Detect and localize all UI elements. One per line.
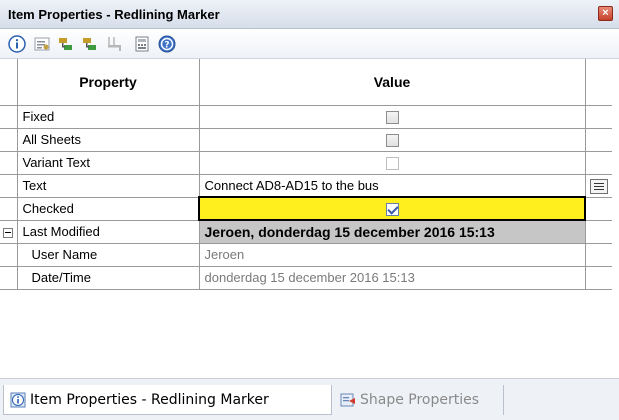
property-value[interactable] bbox=[198, 150, 586, 175]
categorized-icon[interactable] bbox=[33, 35, 51, 53]
table-row: Last Modified Jeroen, donderdag 15 decem… bbox=[0, 219, 612, 244]
table-row: Variant Text bbox=[0, 150, 612, 175]
table-row: Checked bbox=[0, 196, 612, 221]
text-value[interactable]: Connect AD8-AD15 to the bus bbox=[198, 173, 586, 198]
property-name[interactable]: Fixed bbox=[16, 104, 200, 129]
tab-bar: Item Properties - Redlining Marker Shape… bbox=[0, 378, 619, 420]
title-bar: Item Properties - Redlining Marker × bbox=[0, 0, 619, 29]
info-icon[interactable] bbox=[8, 35, 26, 53]
property-name[interactable]: Date/Time bbox=[16, 265, 200, 290]
date-time-value[interactable]: donderdag 15 december 2016 15:13 bbox=[198, 265, 586, 290]
window-title: Item Properties - Redlining Marker bbox=[8, 7, 220, 22]
property-name[interactable]: Variant Text bbox=[16, 150, 200, 175]
fixed-checkbox[interactable] bbox=[385, 111, 399, 125]
tab-label: Shape Properties bbox=[360, 392, 480, 408]
last-modified-value[interactable]: Jeroen, donderdag 15 december 2016 15:13 bbox=[198, 219, 586, 244]
property-column-header[interactable]: Property bbox=[16, 59, 200, 106]
svg-text:?: ? bbox=[164, 40, 169, 50]
property-name[interactable]: User Name bbox=[16, 242, 200, 267]
variant-text-checkbox[interactable] bbox=[385, 157, 399, 171]
collapse-icon[interactable] bbox=[3, 227, 14, 238]
property-value[interactable] bbox=[198, 104, 586, 129]
calculator-icon[interactable] bbox=[133, 35, 151, 53]
edit-text-icon[interactable] bbox=[589, 178, 608, 194]
table-row: Fixed bbox=[0, 104, 612, 129]
property-value[interactable] bbox=[198, 127, 586, 152]
tab-label: Item Properties - Redlining Marker bbox=[30, 391, 269, 408]
property-value[interactable] bbox=[198, 196, 586, 221]
add-property-icon[interactable] bbox=[57, 35, 75, 53]
table-row: Text Connect AD8-AD15 to the bus bbox=[0, 173, 612, 198]
property-name[interactable]: Last Modified bbox=[16, 219, 200, 244]
table-row: User Name Jeroen bbox=[0, 242, 612, 267]
tab-shape-properties[interactable]: Shape Properties bbox=[334, 385, 504, 415]
property-table: Property Value Fixed All Sheets Variant … bbox=[0, 59, 612, 290]
close-icon: × bbox=[602, 7, 609, 19]
tab-item-properties[interactable]: Item Properties - Redlining Marker bbox=[3, 385, 332, 415]
value-column-header[interactable]: Value bbox=[198, 59, 586, 106]
table-row: All Sheets bbox=[0, 127, 612, 152]
checked-checkbox[interactable] bbox=[385, 203, 399, 217]
property-name[interactable]: Checked bbox=[16, 196, 200, 221]
table-row: Date/Time donderdag 15 december 2016 15:… bbox=[0, 265, 612, 290]
header-row: Property Value bbox=[0, 59, 612, 106]
remove-property-icon[interactable] bbox=[81, 35, 99, 53]
help-icon[interactable]: ? bbox=[158, 35, 176, 53]
item-properties-icon bbox=[10, 392, 26, 408]
toolbar: ? bbox=[0, 29, 619, 59]
property-grid: Property Value Fixed All Sheets Variant … bbox=[0, 59, 619, 364]
close-button[interactable]: × bbox=[598, 6, 613, 21]
shape-properties-icon bbox=[340, 392, 356, 408]
property-name[interactable]: All Sheets bbox=[16, 127, 200, 152]
property-name[interactable]: Text bbox=[16, 173, 200, 198]
user-name-value[interactable]: Jeroen bbox=[198, 242, 586, 267]
all-sheets-checkbox[interactable] bbox=[385, 134, 399, 148]
connector-icon[interactable] bbox=[105, 35, 123, 53]
